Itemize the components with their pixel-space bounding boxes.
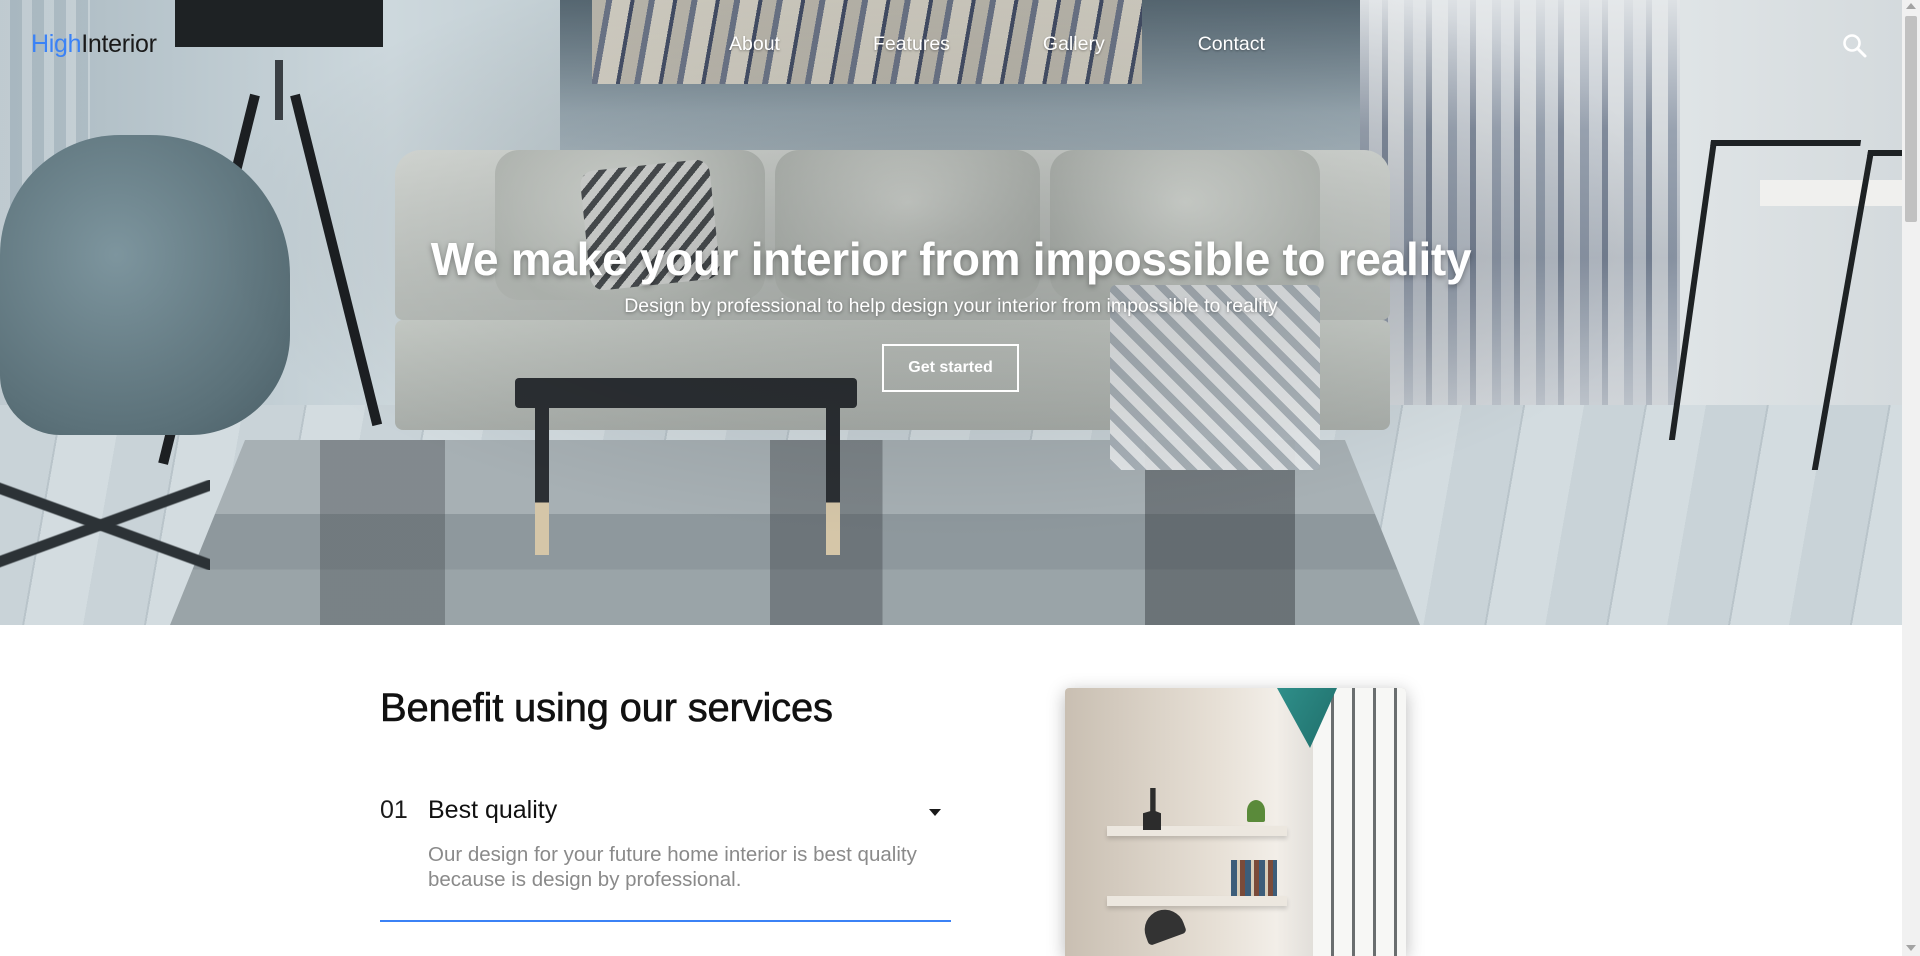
accordion-item-number: 01 bbox=[380, 796, 408, 824]
get-started-button[interactable]: Get started bbox=[882, 344, 1019, 392]
site-logo[interactable]: HighInterior bbox=[31, 30, 157, 59]
nav-links: About Features Gallery Contact bbox=[729, 33, 1265, 56]
nav-link-about[interactable]: About bbox=[729, 33, 780, 56]
nav-link-gallery[interactable]: Gallery bbox=[1043, 33, 1105, 56]
accordion-item-label: Best quality bbox=[428, 796, 558, 824]
photo-desk-lamp bbox=[1139, 904, 1187, 946]
scroll-down-arrow-icon[interactable] bbox=[1906, 945, 1916, 951]
hero-title: We make your interior from impossible to… bbox=[430, 233, 1472, 285]
hero-section: HighInterior About Features Gallery Cont… bbox=[0, 0, 1902, 625]
accordion-item-best-quality[interactable]: 01 Best quality Our design for your futu… bbox=[380, 787, 951, 922]
top-navbar: HighInterior About Features Gallery Cont… bbox=[0, 0, 1902, 92]
logo-accent-text: High bbox=[31, 30, 82, 58]
caret-down-icon[interactable] bbox=[929, 809, 941, 816]
photo-books bbox=[1231, 860, 1277, 896]
accordion-item-description: Our design for your future home interior… bbox=[428, 843, 917, 891]
benefit-photo bbox=[1065, 688, 1406, 956]
logo-text: Interior bbox=[81, 30, 157, 58]
photo-window bbox=[1313, 688, 1406, 956]
nav-link-contact[interactable]: Contact bbox=[1198, 33, 1265, 56]
search-icon bbox=[1843, 34, 1867, 58]
benefit-title: Benefit using our services bbox=[380, 686, 834, 731]
scroll-up-arrow-icon[interactable] bbox=[1906, 3, 1916, 9]
photo-shelf bbox=[1107, 896, 1287, 906]
search-button[interactable] bbox=[1842, 33, 1868, 59]
nav-link-features[interactable]: Features bbox=[873, 33, 950, 56]
hero-subtitle: Design by professional to help design yo… bbox=[624, 295, 1278, 317]
photo-plant bbox=[1247, 800, 1265, 822]
photo-shelf bbox=[1107, 826, 1287, 836]
scrollbar-thumb[interactable] bbox=[1905, 16, 1917, 222]
photo-giraffe-figurine bbox=[1143, 788, 1161, 830]
